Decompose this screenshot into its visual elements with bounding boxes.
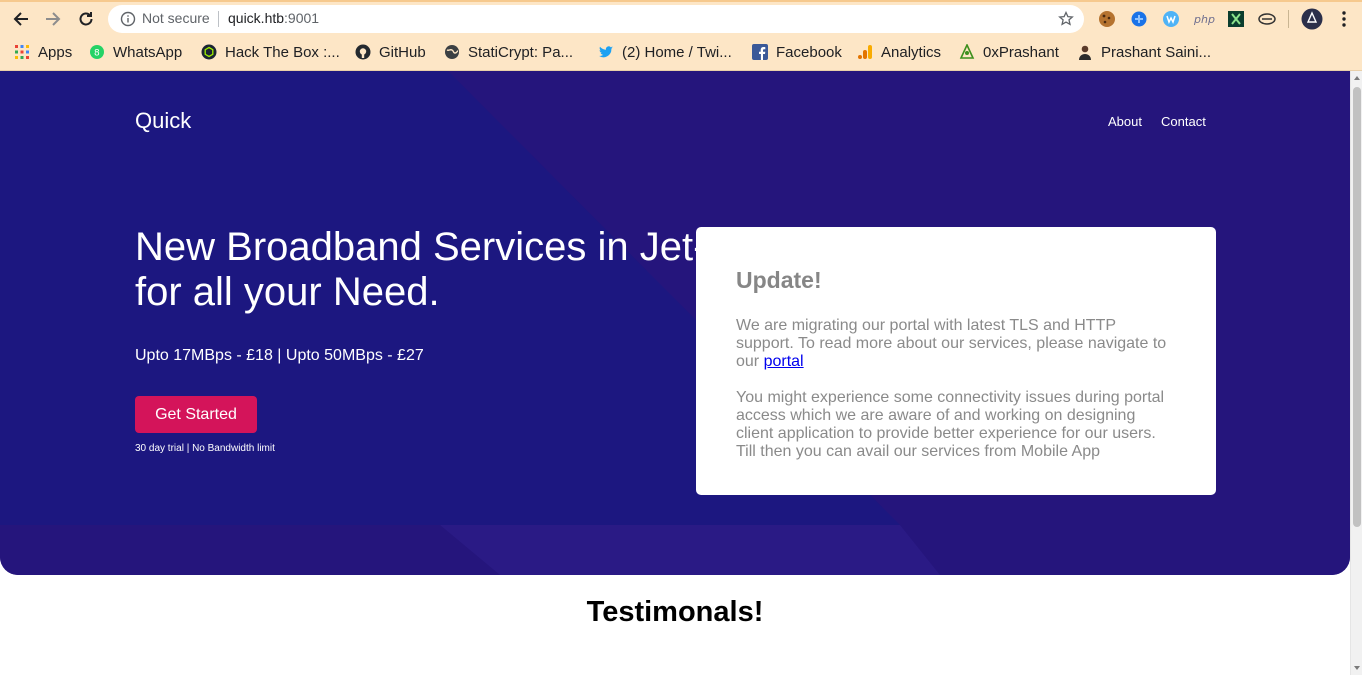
bookmark-whatsapp[interactable]: 8 WhatsApp <box>89 38 182 66</box>
testimonials-heading: Testimonals! <box>586 596 764 628</box>
hero-headline: New Broadband Services in Jet-Tube for a… <box>135 225 797 315</box>
link-ext-icon[interactable] <box>1258 10 1276 28</box>
bookmark-facebook[interactable]: Facebook <box>752 38 842 66</box>
0xprashant-icon <box>959 44 975 60</box>
globe-icon <box>444 44 460 60</box>
address-bar[interactable]: Not secure quick.htb:9001 <box>108 5 1084 33</box>
profile-avatar-icon[interactable] <box>1301 8 1323 30</box>
url-host: quick.htb <box>228 10 285 26</box>
url-text[interactable]: quick.htb:9001 <box>228 10 319 26</box>
site-brand[interactable]: Quick <box>135 108 191 134</box>
svg-text:php: php <box>1193 13 1215 26</box>
forward-arrow-icon <box>46 12 61 26</box>
php-icon[interactable]: php <box>1193 10 1215 28</box>
bookmark-hackthebox[interactable]: Hack The Box :... <box>201 38 340 66</box>
avatar-icon <box>1077 44 1093 60</box>
bookmark-staticrypt[interactable]: StatiCrypt: Pa... <box>444 38 573 66</box>
cookie-icon[interactable] <box>1098 10 1116 28</box>
menu-kebab-icon[interactable] <box>1337 10 1351 28</box>
web-page: Quick About Contact New Broadband Servic… <box>0 71 1350 675</box>
trial-note: 30 day trial | No Bandwidth limit <box>135 443 275 454</box>
bookmark-analytics[interactable]: Analytics <box>857 38 941 66</box>
bookmark-label: Apps <box>38 43 73 61</box>
scrollbar-thumb[interactable] <box>1353 87 1361 527</box>
bookmarks-bar: Apps 8 WhatsApp Hack The Box :... GitHub… <box>0 38 1362 71</box>
forward-button[interactable] <box>42 8 64 30</box>
bookmark-label: Hack The Box :... <box>225 43 340 61</box>
puzzle-ext-icon[interactable] <box>1130 10 1148 28</box>
hackthebox-icon <box>201 44 217 60</box>
reload-button[interactable] <box>75 8 97 30</box>
update-paragraph-2: You might experience some connectivity i… <box>736 389 1165 460</box>
xpath-icon[interactable] <box>1227 10 1245 28</box>
bookmark-label: Facebook <box>776 43 842 61</box>
whatsapp-icon: 8 <box>89 44 105 60</box>
page-scrollbar[interactable] <box>1350 71 1362 675</box>
bookmark-twitter[interactable]: (2) Home / Twi... <box>598 38 732 66</box>
back-button[interactable] <box>10 8 32 30</box>
bookmark-github[interactable]: GitHub <box>355 38 426 66</box>
pricing-text: Upto 17MBps - £18 | Upto 50MBps - £27 <box>135 347 424 364</box>
url-port: :9001 <box>284 10 320 26</box>
nav-contact[interactable]: Contact <box>1161 114 1206 129</box>
svg-text:8: 8 <box>94 49 100 59</box>
bookmark-label: (2) Home / Twi... <box>622 43 732 61</box>
apps-grid-icon <box>14 44 30 60</box>
info-icon[interactable] <box>120 11 136 27</box>
bookmark-prashant-saini[interactable]: Prashant Saini... <box>1077 38 1211 66</box>
back-arrow-icon <box>13 12 28 26</box>
bookmark-label: StatiCrypt: Pa... <box>468 43 574 61</box>
update-card: Update! We are migrating our portal with… <box>696 227 1216 495</box>
toolbar-divider <box>1288 10 1289 28</box>
bookmark-label: Analytics <box>881 43 942 61</box>
bookmark-apps[interactable]: Apps <box>14 38 72 66</box>
scroll-down-icon[interactable] <box>1353 664 1361 672</box>
hero-section: Quick About Contact New Broadband Servic… <box>0 71 1350 575</box>
update-title: Update! <box>736 267 822 293</box>
facebook-icon <box>752 44 768 60</box>
portal-link[interactable]: portal <box>764 353 804 370</box>
twitter-icon <box>598 44 614 60</box>
bookmark-0xprashant[interactable]: 0xPrashant <box>959 38 1059 66</box>
reload-icon <box>79 12 93 26</box>
get-started-button[interactable]: Get Started <box>135 396 257 433</box>
star-icon[interactable] <box>1058 11 1074 27</box>
update-paragraph-1: We are migrating our portal with latest … <box>736 317 1176 371</box>
nav-about[interactable]: About <box>1108 114 1142 129</box>
wappalyzer-icon[interactable] <box>1162 10 1180 28</box>
browser-toolbar: Not secure quick.htb:9001 php <box>0 0 1362 38</box>
bookmark-label: Prashant Saini... <box>1101 43 1212 61</box>
address-divider <box>218 11 219 27</box>
bookmark-label: GitHub <box>379 43 426 61</box>
security-label[interactable]: Not secure <box>142 10 210 26</box>
github-icon <box>355 44 371 60</box>
loading-bar <box>0 0 1362 2</box>
headline-line-1: New Broadband Services in Jet-Tube <box>135 225 797 269</box>
analytics-icon <box>857 44 873 60</box>
headline-line-2: for all your Need. <box>135 270 440 314</box>
bookmark-label: WhatsApp <box>113 43 183 61</box>
scroll-up-icon[interactable] <box>1353 74 1361 82</box>
bookmark-label: 0xPrashant <box>983 43 1059 61</box>
